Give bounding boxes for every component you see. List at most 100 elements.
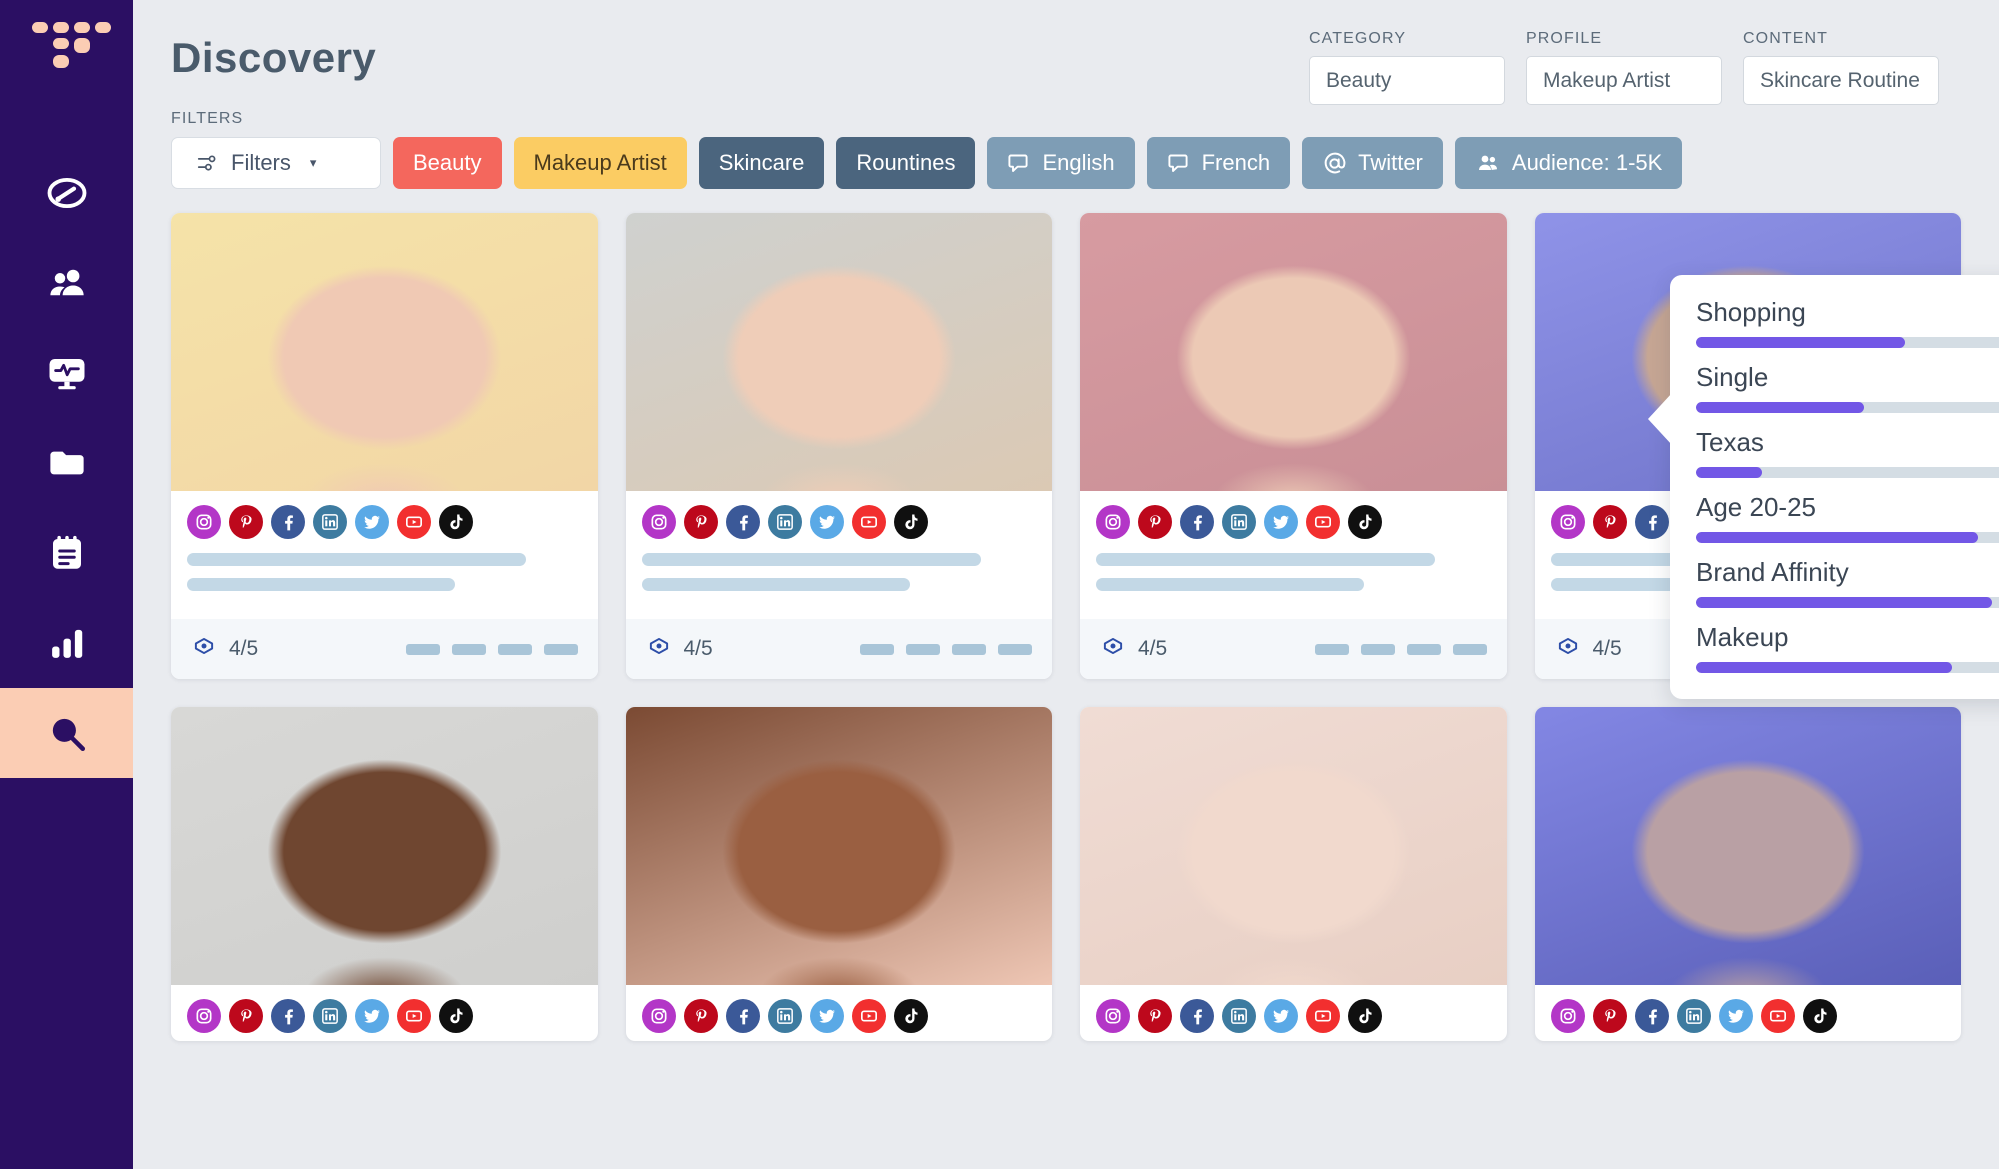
- twitter-icon[interactable]: [810, 505, 844, 539]
- card-photo[interactable]: [171, 707, 598, 985]
- card-photo[interactable]: [626, 213, 1053, 491]
- linkedin-icon[interactable]: [1222, 505, 1256, 539]
- insight-metric: Makeup70%: [1696, 622, 1999, 673]
- insight-metric-header: Single21%: [1696, 362, 1999, 393]
- pinterest-icon[interactable]: [229, 999, 263, 1033]
- card-photo[interactable]: [626, 707, 1053, 985]
- facebook-icon[interactable]: [271, 999, 305, 1033]
- content-select[interactable]: Skincare Routine: [1743, 56, 1939, 105]
- facebook-icon[interactable]: [1635, 505, 1669, 539]
- instagram-icon[interactable]: [1551, 999, 1585, 1033]
- tiktok-icon[interactable]: [439, 505, 473, 539]
- portrait-silhouette: [1535, 707, 1962, 985]
- card-footer: 4/5: [626, 619, 1053, 679]
- tiktok-icon[interactable]: [1803, 999, 1837, 1033]
- linkedin-icon[interactable]: [1677, 999, 1711, 1033]
- linkedin-icon[interactable]: [768, 999, 802, 1033]
- linkedin-icon[interactable]: [313, 999, 347, 1033]
- speedometer-icon: [46, 172, 88, 214]
- chip-french-label: French: [1202, 150, 1270, 176]
- category-select[interactable]: Beauty: [1309, 56, 1505, 105]
- discovery-card[interactable]: [1080, 707, 1507, 1041]
- pinterest-icon[interactable]: [229, 505, 263, 539]
- chip-skincare[interactable]: Skincare: [699, 137, 825, 189]
- youtube-icon[interactable]: [1306, 999, 1340, 1033]
- people-icon: [46, 262, 88, 304]
- youtube-icon[interactable]: [397, 505, 431, 539]
- linkedin-icon[interactable]: [768, 505, 802, 539]
- pinterest-icon[interactable]: [1138, 505, 1172, 539]
- pinterest-icon[interactable]: [1138, 999, 1172, 1033]
- facebook-icon[interactable]: [1180, 505, 1214, 539]
- discovery-card[interactable]: 4/5: [171, 213, 598, 679]
- instagram-icon[interactable]: [1551, 505, 1585, 539]
- tiktok-icon[interactable]: [1348, 999, 1382, 1033]
- youtube-icon[interactable]: [397, 999, 431, 1033]
- twitter-icon[interactable]: [1264, 505, 1298, 539]
- sidebar-item-discovery[interactable]: [0, 688, 133, 778]
- card-photo[interactable]: [171, 213, 598, 491]
- chip-audience[interactable]: Audience: 1-5K: [1455, 137, 1682, 189]
- tiktok-icon[interactable]: [439, 999, 473, 1033]
- sidebar-item-content[interactable]: [0, 508, 133, 598]
- profile-select-group: PROFILE Makeup Artist: [1526, 30, 1722, 105]
- instagram-icon[interactable]: [187, 999, 221, 1033]
- youtube-icon[interactable]: [852, 505, 886, 539]
- facebook-icon[interactable]: [726, 505, 760, 539]
- discovery-card[interactable]: 4/5: [626, 213, 1053, 679]
- twitter-icon[interactable]: [1719, 999, 1753, 1033]
- youtube-icon[interactable]: [852, 999, 886, 1033]
- twitter-icon[interactable]: [1264, 999, 1298, 1033]
- twitter-icon[interactable]: [355, 999, 389, 1033]
- discovery-card[interactable]: [626, 707, 1053, 1041]
- twitter-icon[interactable]: [355, 505, 389, 539]
- placeholder-line: [187, 578, 455, 591]
- instagram-icon[interactable]: [1096, 999, 1130, 1033]
- linkedin-icon[interactable]: [313, 505, 347, 539]
- facebook-icon[interactable]: [271, 505, 305, 539]
- tiktok-icon[interactable]: [894, 505, 928, 539]
- sidebar-item-campaigns[interactable]: [0, 418, 133, 508]
- people-icon: [1475, 151, 1501, 175]
- facebook-icon[interactable]: [726, 999, 760, 1033]
- chip-english[interactable]: English: [987, 137, 1134, 189]
- pinterest-icon[interactable]: [1593, 999, 1627, 1033]
- profile-select[interactable]: Makeup Artist: [1526, 56, 1722, 105]
- discovery-card[interactable]: [1535, 707, 1962, 1041]
- instagram-icon[interactable]: [642, 505, 676, 539]
- chip-rountines[interactable]: Rountines: [836, 137, 975, 189]
- instagram-icon[interactable]: [1096, 505, 1130, 539]
- chip-beauty[interactable]: Beauty: [393, 137, 502, 189]
- chip-makeup-artist[interactable]: Makeup Artist: [514, 137, 687, 189]
- pinterest-icon[interactable]: [684, 505, 718, 539]
- insight-metric-label: Brand Affinity: [1696, 557, 1849, 588]
- chip-twitter[interactable]: Twitter: [1302, 137, 1443, 189]
- linkedin-icon[interactable]: [1222, 999, 1256, 1033]
- tiktok-icon[interactable]: [1348, 505, 1382, 539]
- youtube-icon[interactable]: [1306, 505, 1340, 539]
- insight-metric-track: [1696, 532, 1999, 543]
- facebook-icon[interactable]: [1635, 999, 1669, 1033]
- discovery-card[interactable]: [171, 707, 598, 1041]
- tiktok-icon[interactable]: [894, 999, 928, 1033]
- chip-french[interactable]: French: [1147, 137, 1290, 189]
- instagram-icon[interactable]: [187, 505, 221, 539]
- pinterest-icon[interactable]: [1593, 505, 1627, 539]
- discovery-card[interactable]: 4/5: [1080, 213, 1507, 679]
- insight-metric-track: [1696, 467, 1999, 478]
- sidebar-item-audience[interactable]: [0, 238, 133, 328]
- twitter-icon[interactable]: [810, 999, 844, 1033]
- sidebar-item-analytics[interactable]: [0, 598, 133, 688]
- pinterest-icon[interactable]: [684, 999, 718, 1033]
- sidebar-item-monitor[interactable]: [0, 328, 133, 418]
- facebook-icon[interactable]: [1180, 999, 1214, 1033]
- card-photo[interactable]: [1080, 213, 1507, 491]
- youtube-icon[interactable]: [1761, 999, 1795, 1033]
- insight-metric: Shopping51%: [1696, 297, 1999, 348]
- card-photo[interactable]: [1535, 707, 1962, 985]
- card-progress-dashes: [406, 644, 578, 655]
- card-photo[interactable]: [1080, 707, 1507, 985]
- sidebar-item-dashboard[interactable]: [0, 148, 133, 238]
- instagram-icon[interactable]: [642, 999, 676, 1033]
- filters-button[interactable]: Filters ▾: [171, 137, 381, 189]
